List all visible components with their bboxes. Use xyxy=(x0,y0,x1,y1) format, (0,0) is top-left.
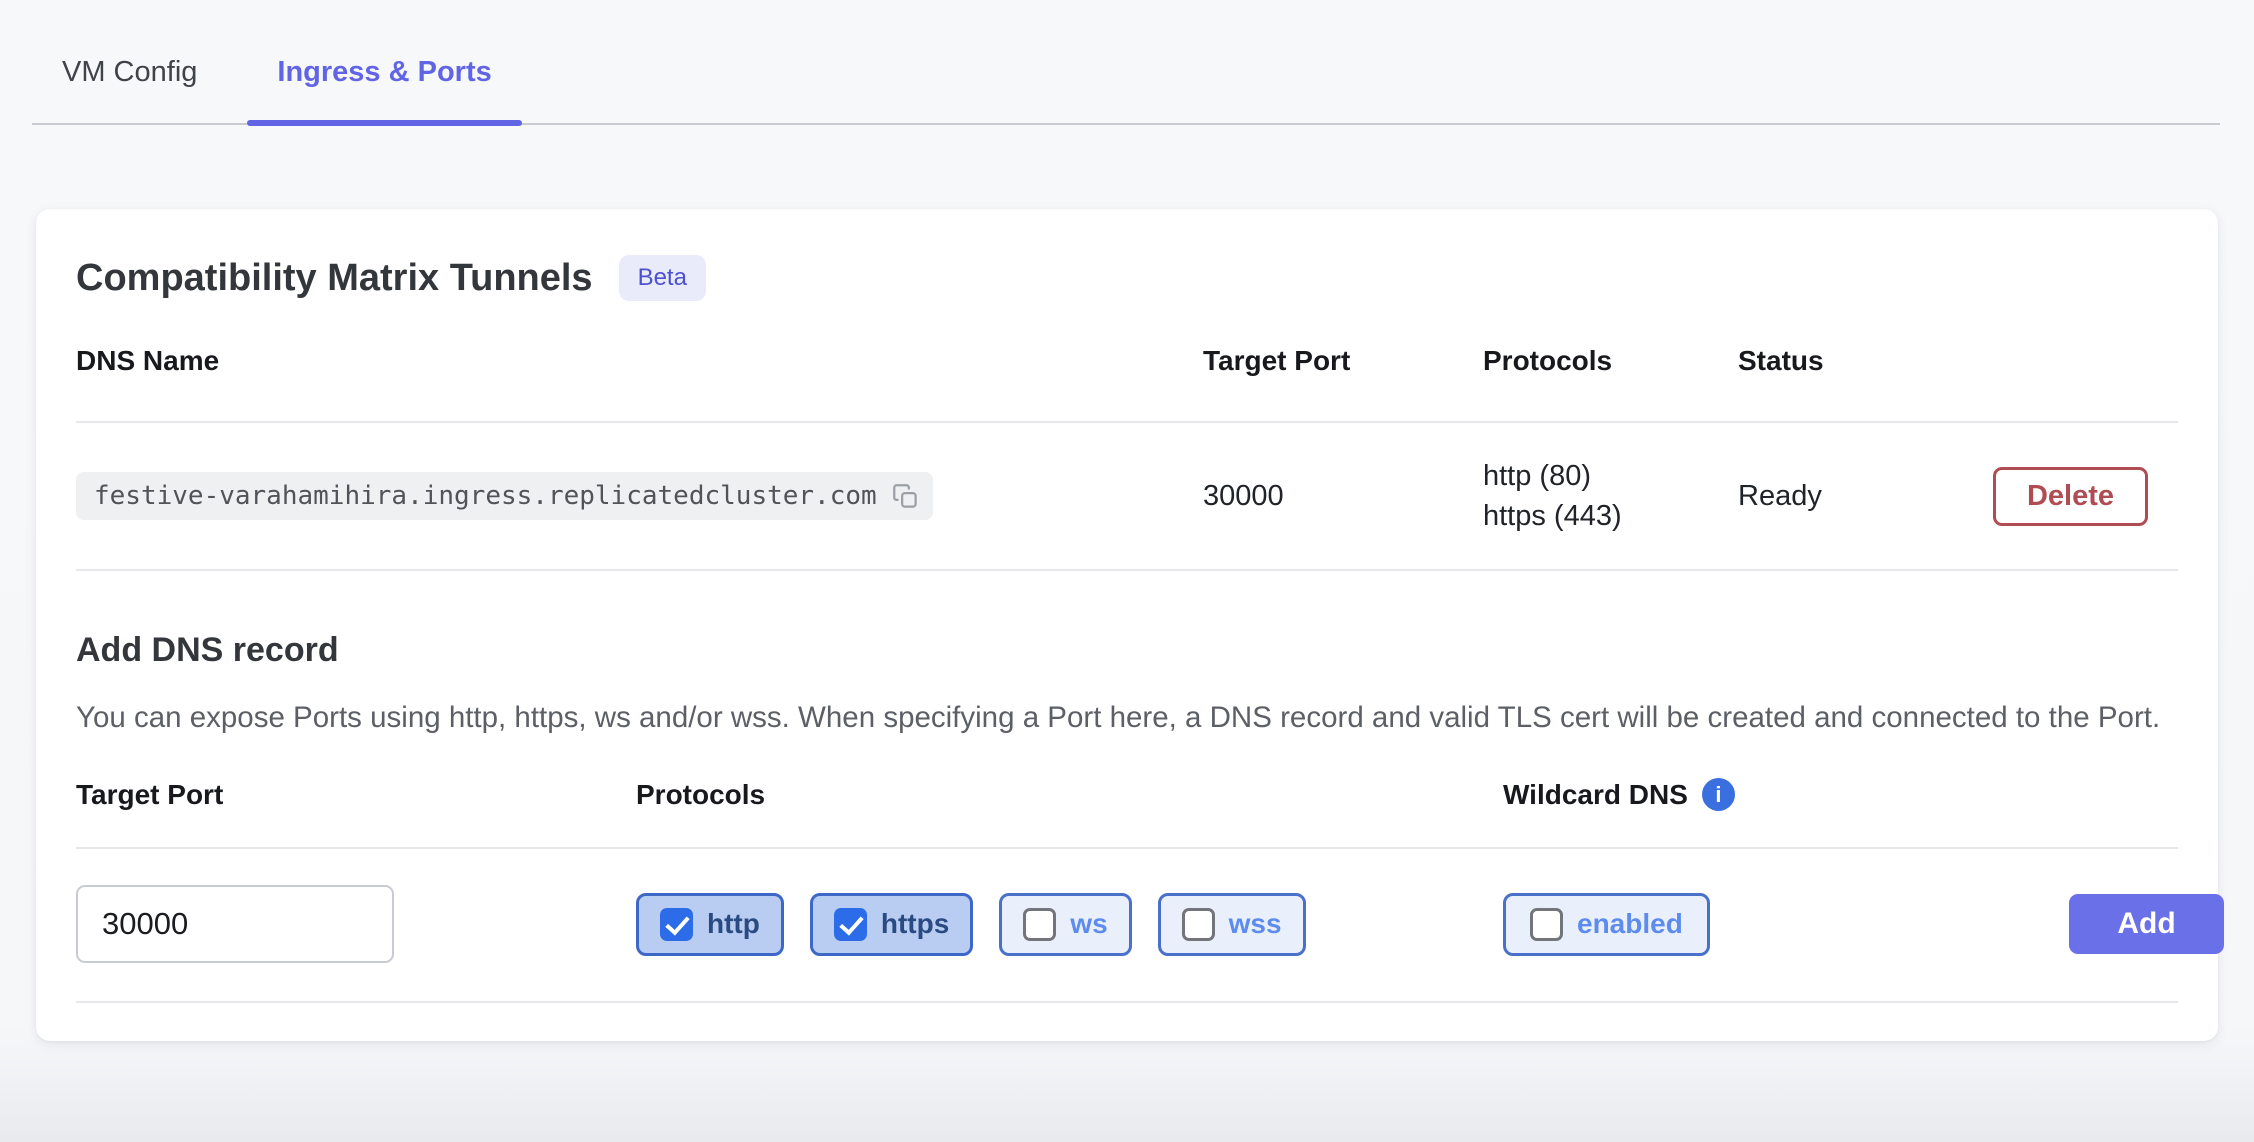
info-icon[interactable]: i xyxy=(1702,778,1735,811)
wss-checkbox-icon xyxy=(1182,908,1215,941)
wildcard-label: enabled xyxy=(1577,908,1683,940)
dns-name-value: festive-varahamihira.ingress.replicatedc… xyxy=(94,481,877,511)
ws-checkbox-icon xyxy=(1023,908,1056,941)
ws-label: ws xyxy=(1070,908,1107,940)
https-label: https xyxy=(881,908,949,940)
dns-name-pill: festive-varahamihira.ingress.replicatedc… xyxy=(76,472,933,520)
column-header-status: Status xyxy=(1738,345,1978,377)
add-dns-header-row: Target Port Protocols Wildcard DNS i xyxy=(76,778,2178,849)
form-header-wildcard-dns: Wildcard DNS xyxy=(1503,779,1688,811)
add-dns-input-row: http https ws wss enabled xyxy=(76,849,2178,1003)
tunnels-table: DNS Name Target Port Protocols Status fe… xyxy=(76,345,2178,571)
form-header-protocols: Protocols xyxy=(636,779,1503,811)
tunnel-table-row: festive-varahamihira.ingress.replicatedc… xyxy=(76,423,2178,571)
add-dns-title: Add DNS record xyxy=(76,629,2178,671)
tunnel-target-port: 30000 xyxy=(1203,480,1483,513)
beta-badge: Beta xyxy=(619,255,706,301)
http-checkbox-icon xyxy=(660,908,693,941)
http-label: http xyxy=(707,908,760,940)
tab-ingress-ports[interactable]: Ingress & Ports xyxy=(247,56,521,123)
checkbox-https[interactable]: https xyxy=(810,893,973,956)
tunnel-protocol-https: https (443) xyxy=(1483,496,1738,536)
delete-button[interactable]: Delete xyxy=(1993,467,2148,526)
column-header-dns-name: DNS Name xyxy=(76,345,1203,377)
checkbox-wss[interactable]: wss xyxy=(1158,893,1306,956)
checkbox-ws[interactable]: ws xyxy=(999,893,1131,956)
tab-bar: VM Config Ingress & Ports xyxy=(32,0,2220,125)
copy-icon[interactable] xyxy=(892,483,919,510)
page-title: Compatibility Matrix Tunnels xyxy=(76,255,593,301)
panel-header: Compatibility Matrix Tunnels Beta xyxy=(76,255,2178,301)
tunnels-panel-card: Compatibility Matrix Tunnels Beta DNS Na… xyxy=(36,209,2218,1041)
column-header-target-port: Target Port xyxy=(1203,345,1483,377)
target-port-input[interactable] xyxy=(76,885,394,963)
add-dns-form: Target Port Protocols Wildcard DNS i htt… xyxy=(76,778,2178,1003)
tab-vm-config[interactable]: VM Config xyxy=(32,56,227,123)
tunnel-protocol-http: http (80) xyxy=(1483,456,1738,496)
tunnel-status: Ready xyxy=(1738,480,1978,513)
form-header-target-port: Target Port xyxy=(76,779,636,811)
protocol-chips: http https ws wss xyxy=(636,893,1503,956)
column-header-protocols: Protocols xyxy=(1483,345,1738,377)
checkbox-wildcard-enabled[interactable]: enabled xyxy=(1503,893,1710,956)
wildcard-checkbox-icon xyxy=(1530,908,1563,941)
checkbox-http[interactable]: http xyxy=(636,893,784,956)
tunnels-table-header-row: DNS Name Target Port Protocols Status xyxy=(76,345,2178,423)
https-checkbox-icon xyxy=(834,908,867,941)
wss-label: wss xyxy=(1229,908,1282,940)
add-dns-description: You can expose Ports using http, https, … xyxy=(76,697,2178,738)
tunnel-protocols: http (80) https (443) xyxy=(1483,456,1738,536)
add-button[interactable]: Add xyxy=(2069,894,2224,954)
